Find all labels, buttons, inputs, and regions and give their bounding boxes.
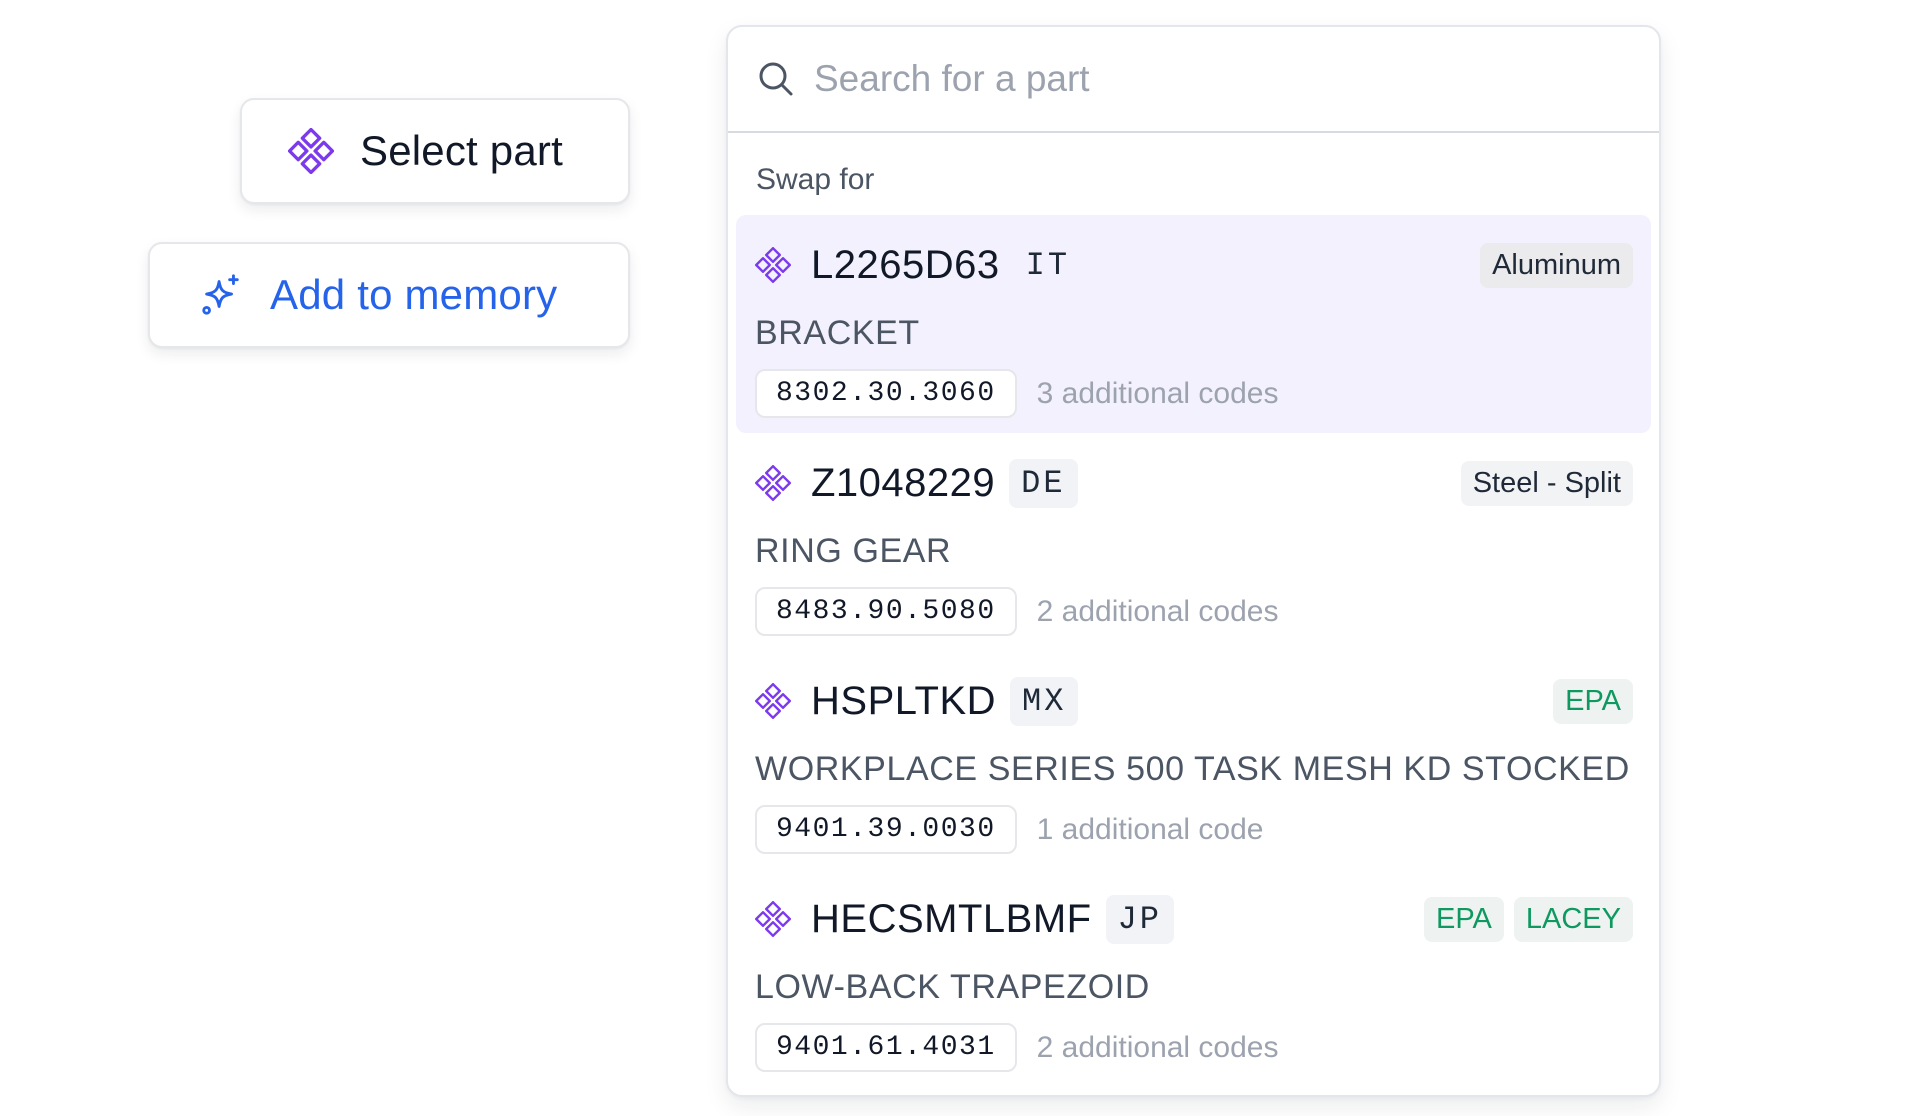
hts-code: 9401.39.0030 [755,805,1017,854]
section-label: Swap for [756,163,875,196]
material-tag: Steel - Split [1460,460,1633,506]
additional-codes: 3 additional codes [1036,376,1279,410]
search-icon [756,59,796,99]
country-badge: IT [1025,246,1071,284]
part-diamond-icon [755,247,791,283]
material-tag: Aluminum [1480,242,1633,288]
part-code: HSPLTKD [811,678,997,723]
add-to-memory-label: Add to memory [270,271,558,318]
country-badge: MX [1010,676,1079,726]
additional-codes: 2 additional codes [1036,1030,1279,1064]
part-diamond-icon [755,683,791,719]
part-option[interactable]: HSPLTKD MX EPA WORKPLACE SERIES 500 TASK… [736,651,1651,869]
part-diamond-icon [755,465,791,501]
canvas: Select part Add to memory Swap for [0,0,1905,1116]
part-search-dropdown: Swap for L2265D63 IT [726,25,1661,1097]
epa-tag: EPA [1553,678,1633,724]
part-description: BRACKET [755,314,920,352]
epa-tag: EPA [1424,896,1504,942]
search-input[interactable] [814,58,1574,100]
additional-codes: 1 additional code [1036,812,1264,846]
part-code: L2265D63 [811,242,1000,287]
sparkle-icon [198,272,244,318]
select-part-button[interactable]: Select part [240,98,630,204]
part-option[interactable]: L2265D63 IT Aluminum BRACKET 8302.30.306… [736,215,1651,433]
additional-codes: 2 additional codes [1036,594,1279,628]
country-badge: DE [1009,458,1078,508]
lacey-tag: LACEY [1513,896,1633,942]
select-part-label: Select part [360,127,563,174]
add-to-memory-button[interactable]: Add to memory [148,242,630,348]
part-tags: Aluminum [1480,242,1633,288]
hts-code: 8483.90.5080 [755,587,1017,636]
hts-code: 8302.30.3060 [755,369,1017,418]
part-diamond-icon [755,901,791,937]
parts-list: L2265D63 IT Aluminum BRACKET 8302.30.306… [728,215,1659,1087]
part-description: LOW-BACK TRAPEZOID [755,968,1150,1006]
part-code: HECSMTLBMF [811,896,1092,941]
part-diamond-icon [288,128,334,174]
part-option[interactable]: Z1048229 DE Steel - Split RING GEAR 8483… [736,433,1651,651]
part-description: WORKPLACE SERIES 500 TASK MESH KD STOCKE… [755,750,1630,788]
search-bar [728,27,1659,133]
part-code: Z1048229 [811,460,996,505]
part-description: RING GEAR [755,532,952,570]
part-option[interactable]: HECSMTLBMF JP EPA LACEY LOW-BACK TRAPEZO… [736,869,1651,1087]
part-tags: EPA [1553,678,1633,724]
hts-code: 9401.61.4031 [755,1023,1017,1072]
country-badge: JP [1105,894,1174,944]
part-tags: EPA LACEY [1424,896,1633,942]
part-tags: Steel - Split [1460,460,1633,506]
